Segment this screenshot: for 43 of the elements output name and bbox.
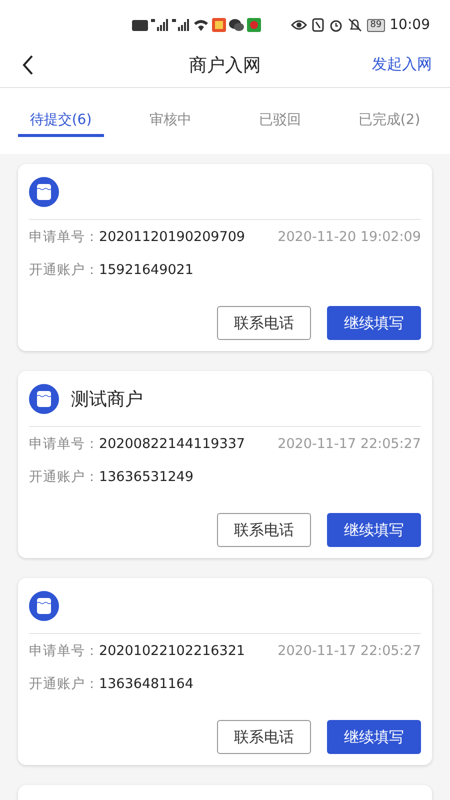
eye-icon (291, 19, 308, 31)
timestamp: 2020-11-17 22:05:27 (278, 436, 421, 452)
field-label: 申请单号： (29, 228, 99, 246)
back-icon (22, 54, 34, 74)
continue-button[interactable]: 继续填写 (327, 720, 421, 754)
field-label: 开通账户： (29, 260, 99, 278)
account-number: 15921649021 (99, 262, 194, 278)
tab[interactable]: 待提交(6) (18, 105, 104, 137)
continue-button[interactable]: 继续填写 (327, 306, 421, 340)
store-icon (29, 176, 59, 206)
chat-icon (229, 19, 244, 31)
tab[interactable]: 审核中 (128, 105, 213, 137)
start-onboarding-link[interactable]: 发起入网 (372, 55, 432, 74)
muted-bell-icon (348, 18, 362, 32)
merchant-name: 测试商户 (71, 388, 143, 410)
battery-level: 89 (367, 18, 385, 32)
field-label: 开通账户： (29, 674, 99, 692)
order-number: 20200822144119337 (99, 436, 246, 452)
contact-button[interactable]: 联系电话 (217, 513, 311, 547)
order-number: 20201120190209709 (99, 228, 246, 244)
account-number: 13636531249 (99, 468, 194, 484)
signal-icon (151, 19, 169, 31)
contact-button[interactable]: 联系电话 (217, 720, 311, 754)
tab[interactable]: 已完成(2) (346, 105, 432, 137)
page-title: 商户入网 (189, 54, 261, 76)
continue-button[interactable]: 继续填写 (327, 513, 421, 547)
app-icon (247, 18, 261, 32)
app-icon (212, 18, 226, 32)
store-icon (29, 384, 59, 414)
timestamp: 2020-11-20 19:02:09 (278, 228, 421, 244)
alarm-icon (329, 18, 344, 32)
order-number: 20201022102216321 (99, 642, 246, 658)
field-label: 开通账户： (29, 468, 99, 486)
account-number: 13636481164 (99, 676, 194, 692)
clock-time: 10:09 (390, 17, 430, 33)
store-icon (29, 590, 59, 620)
wifi-icon (193, 19, 209, 31)
field-label: 申请单号： (29, 434, 99, 452)
contact-button[interactable]: 联系电话 (217, 306, 311, 340)
signal-icon (172, 19, 190, 31)
field-label: 申请单号： (29, 642, 99, 660)
timestamp: 2020-11-17 22:05:27 (278, 642, 421, 658)
tab[interactable]: 已驳回 (237, 105, 322, 137)
